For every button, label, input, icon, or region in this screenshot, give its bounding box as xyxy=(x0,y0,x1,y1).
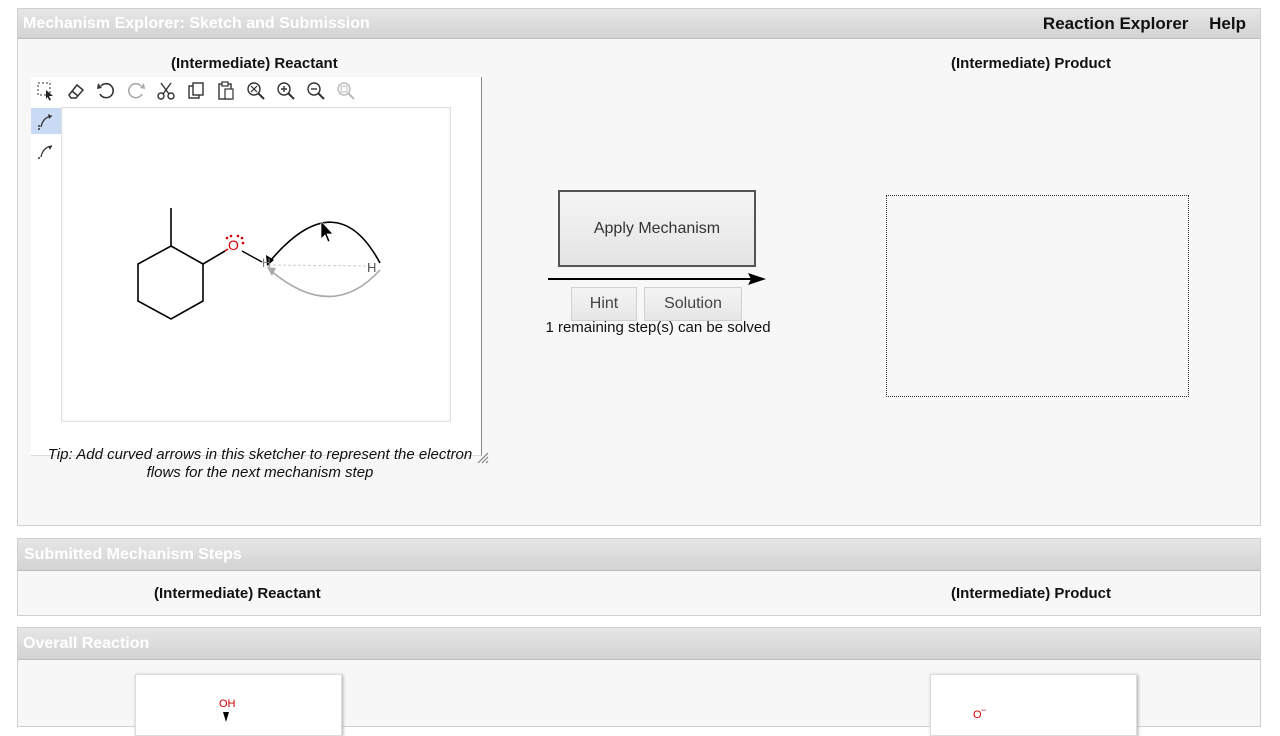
sketcher-tip: Tip: Add curved arrows in this sketcher … xyxy=(47,446,473,481)
curved-arrow-pair-tool[interactable] xyxy=(31,108,61,134)
remaining-steps-note: 1 remaining step(s) can be solved xyxy=(545,319,771,336)
product-title: (Intermediate) Product xyxy=(951,55,1112,72)
product-drop-area[interactable] xyxy=(886,195,1189,397)
reactant-title: (Intermediate) Reactant xyxy=(171,55,338,72)
molecule-sketcher[interactable]: O H H xyxy=(31,77,489,464)
panel-header: Mechanism Explorer: Sketch and Submissio… xyxy=(18,9,1260,39)
zoom-in-icon[interactable] xyxy=(275,80,297,102)
copy-icon[interactable] xyxy=(185,80,207,102)
submitted-steps-header: Submitted Mechanism Steps xyxy=(18,539,1260,571)
submitted-steps-panel: Submitted Mechanism Steps (Intermediate)… xyxy=(17,538,1261,616)
reaction-arrow-icon xyxy=(548,273,766,285)
sketch-panel: Mechanism Explorer: Sketch and Submissio… xyxy=(17,8,1261,526)
overall-product-thumbnail[interactable]: O − xyxy=(930,674,1137,736)
apply-mechanism-button[interactable]: Apply Mechanism xyxy=(558,190,756,267)
hydrogen-atom-label-right[interactable]: H xyxy=(367,260,376,275)
zoom-out-icon[interactable] xyxy=(305,80,327,102)
overall-reactant-thumbnail[interactable]: OH xyxy=(135,674,342,736)
paste-icon[interactable] xyxy=(215,80,237,102)
cyclohexane-ring xyxy=(137,245,204,320)
hint-button[interactable]: Hint xyxy=(571,287,637,321)
sketcher-toolbar xyxy=(31,77,361,105)
negative-charge-icon: − xyxy=(981,705,987,715)
cut-icon[interactable] xyxy=(155,80,177,102)
redo-icon[interactable] xyxy=(125,80,147,102)
page-title: Mechanism Explorer: Sketch and Submissio… xyxy=(23,15,370,32)
mouse-cursor xyxy=(320,220,334,243)
eraser-icon[interactable] xyxy=(65,80,87,102)
c-o-bond xyxy=(202,250,226,265)
sketch-canvas[interactable]: O H H xyxy=(61,107,451,422)
oxygen-atom-label[interactable]: O xyxy=(228,237,239,253)
overall-reactant-label: OH xyxy=(219,698,236,710)
submitted-reactant-title: (Intermediate) Reactant xyxy=(154,585,321,602)
curved-arrow-single-icon xyxy=(38,145,53,159)
curved-arrow-pair-icon xyxy=(38,114,53,130)
zoom-fit-icon[interactable] xyxy=(245,80,267,102)
submitted-product-title: (Intermediate) Product xyxy=(951,585,1112,602)
help-link[interactable]: Help xyxy=(1209,14,1246,33)
undo-icon[interactable] xyxy=(95,80,117,102)
reaction-explorer-link[interactable]: Reaction Explorer xyxy=(1043,14,1189,33)
curved-arrow-single-tool[interactable] xyxy=(31,138,61,164)
solution-button[interactable]: Solution xyxy=(644,287,742,321)
overall-reaction-header: Overall Reaction xyxy=(18,628,1260,660)
header-links: Reaction Explorer Help xyxy=(1027,9,1246,39)
hydrogen-atom-label-left[interactable]: H xyxy=(262,256,271,270)
overall-reaction-panel: Overall Reaction OH O − xyxy=(17,627,1261,736)
marquee-select-icon[interactable] xyxy=(35,80,57,102)
zoom-reset-icon[interactable] xyxy=(335,80,357,102)
